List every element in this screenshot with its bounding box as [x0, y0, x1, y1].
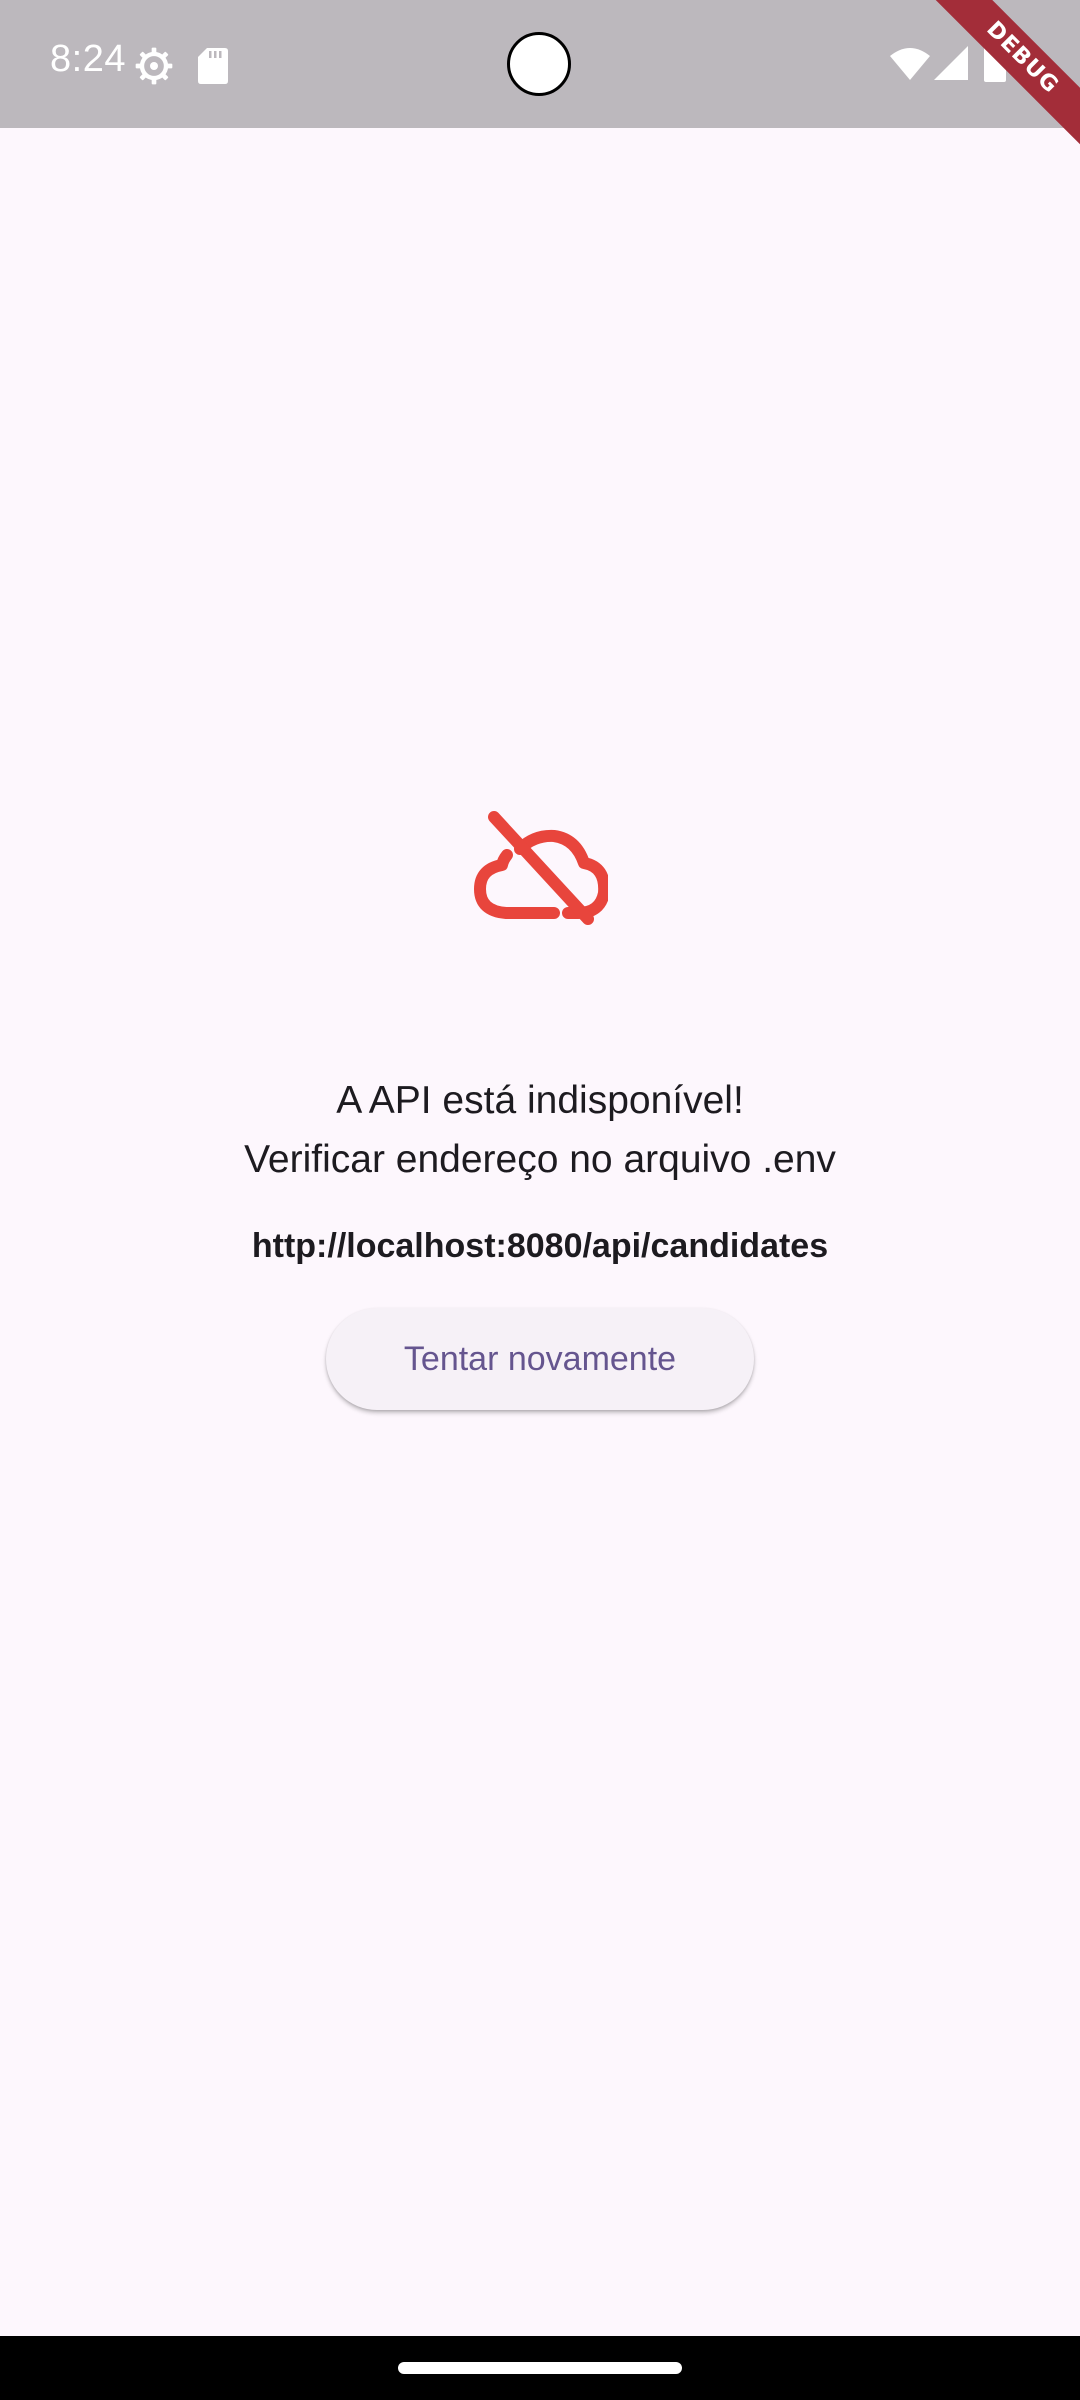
retry-button-label: Tentar novamente: [403, 1339, 677, 1378]
retry-button[interactable]: Tentar novamente: [326, 1308, 754, 1410]
status-bar: 8:24: [0, 0, 1080, 128]
error-title: A API está indisponível!: [336, 1079, 744, 1122]
error-subtitle: Verificar endereço no arquivo .env: [244, 1138, 836, 1181]
api-url: http://localhost:8080/api/candidates: [251, 1227, 829, 1265]
home-indicator[interactable]: [398, 2362, 682, 2374]
camera-cutout: [507, 32, 571, 96]
settings-icon: [135, 47, 173, 85]
sd-card-icon: [198, 48, 228, 84]
cloud-off-icon: [474, 811, 608, 925]
navigation-bar: [0, 2336, 1080, 2400]
status-time: 8:24: [50, 38, 126, 80]
